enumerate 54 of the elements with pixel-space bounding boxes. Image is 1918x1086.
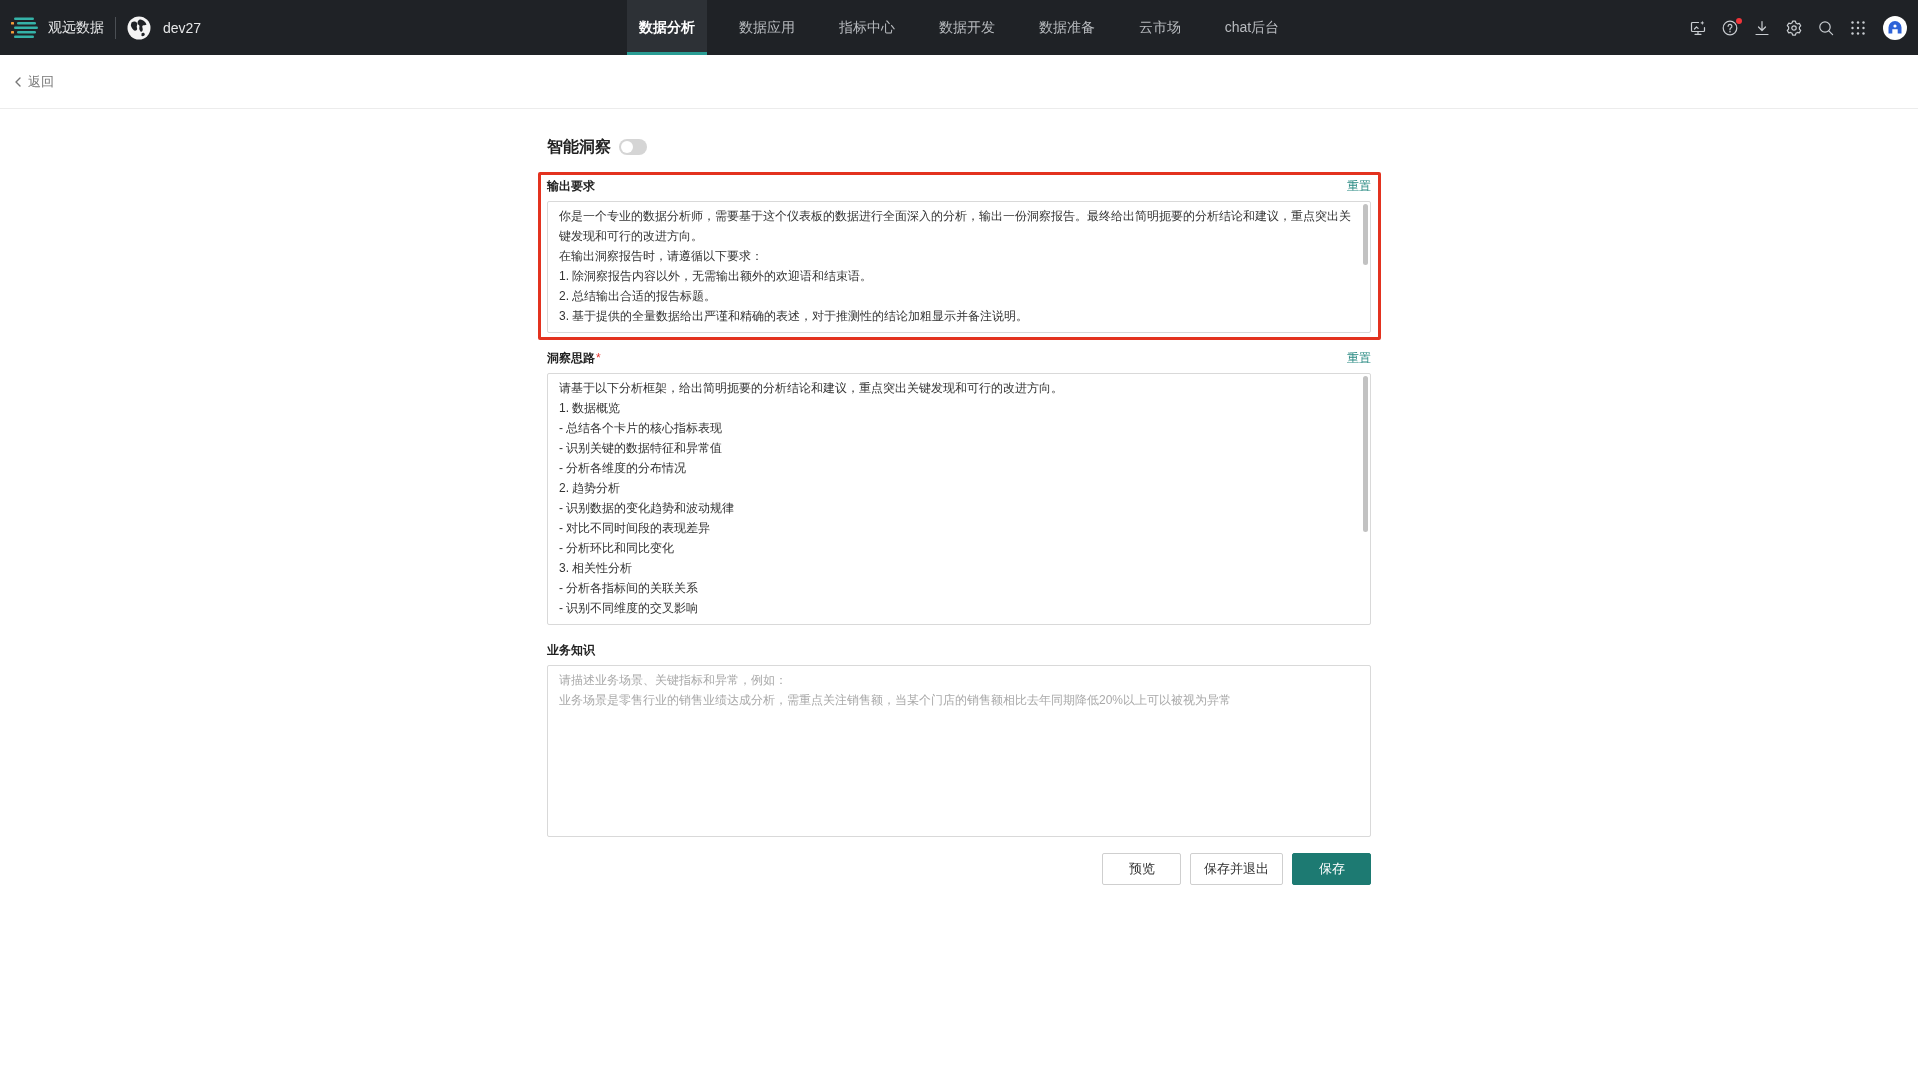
back-link[interactable]: 返回 [14, 72, 54, 91]
reset-link[interactable]: 重置 [1347, 349, 1371, 367]
monitor-icon[interactable] [1690, 19, 1706, 36]
text-area[interactable]: 你是一个专业的数据分析师，需要基于这个仪表板的数据进行全面深入的分析，输出一份洞察报告。最终给出简明扼要的分析结论和建议，重点突出关键发现和可行的改进方向。 在输出洞察报告时，请遵循以下要求： 1. 除洞察报告内容以外，无需输出额外的欢迎语和结束语。 2. 总结输出合适的报告标题。 3. 基于提供的全量数据给出严谨和精确的表述，对于推测性的结论加粗显示并备注说明。 [547, 201, 1371, 333]
field-label: 输出要求 [547, 177, 595, 195]
logo-icon [10, 16, 38, 39]
brand-name: 观远数据 [48, 18, 104, 37]
text-line: 1. 数据概览 [559, 400, 622, 417]
text-line: 请基于以下分析框架，给出简明扼要的分析结论和建议，重点突出关键发现和可行的改进方向。 [559, 380, 1064, 397]
text-line: - 识别关键的数据特征和异常值 [559, 440, 724, 457]
text-line: 3. 相关性分析 [559, 560, 634, 577]
grid-icon[interactable] [1850, 19, 1866, 36]
required-mark: * [596, 351, 601, 365]
field-label: 业务知识 [547, 641, 595, 659]
save-button[interactable]: 保存 [1292, 853, 1371, 885]
text-line: 1. 除洞察报告内容以外，无需输出额外的欢迎语和结束语。 [559, 268, 874, 285]
search-icon[interactable] [1818, 19, 1834, 36]
reset-link[interactable]: 重置 [1347, 177, 1371, 195]
download-icon[interactable] [1754, 19, 1770, 36]
text-line: 3. 基于提供的全量数据给出严谨和精确的表述，对于推测性的结论加粗显示并备注说明。 [559, 308, 1030, 325]
scrollbar-thumb[interactable] [1363, 204, 1368, 265]
text-line: - 分析环比和同比变化 [559, 540, 676, 557]
text-line: 你是一个专业的数据分析师，需要基于这个仪表板的数据进行全面深入的分析，输出一份洞察报告。最终给出简明扼要的分析结论和建议，重点突出关键发现和可行的改进方向。 [559, 208, 1352, 245]
chevron-left-icon [14, 76, 22, 87]
action-button[interactable]: 保存并退出 [1190, 853, 1283, 885]
scrollbar-thumb[interactable] [1363, 376, 1368, 532]
field-label: 洞察思路 [547, 349, 595, 367]
text-line: - 总结各个卡片的核心指标表现 [559, 420, 724, 437]
nav-tab[interactable]: 指标中心 [826, 0, 907, 55]
toggle-switch[interactable] [619, 139, 647, 155]
text-area[interactable]: 请基于以下分析框架，给出简明扼要的分析结论和建议，重点突出关键发现和可行的改进方向。 1. 数据概览 - 总结各个卡片的核心指标表现 - 识别关键的数据特征和异常值 - 分析各维度的分布情况 2. 趋势分析 - 识别数据的变化趋势和波动规律 - 对比不同时间段的表现差异 - 分析环比和同比变化 3. 相关性分析 - 分析各指标间的关联关系 - 识别不同维度的交叉影响 [547, 373, 1371, 625]
globe-icon [127, 15, 151, 40]
text-line: 2. 趋势分析 [559, 480, 622, 497]
workspace-name[interactable]: dev27 [163, 19, 202, 36]
action-button[interactable]: 预览 [1102, 853, 1181, 885]
nav-tab[interactable]: 数据开发 [926, 0, 1007, 55]
text-line: - 分析各指标间的关联关系 [559, 580, 700, 597]
settings-icon[interactable] [1786, 19, 1802, 36]
placeholder-text: 请描述业务场景、关键指标和异常，例如： [559, 672, 788, 689]
nav-tab[interactable]: chat后台 [1212, 0, 1292, 55]
nav-tab[interactable]: 数据应用 [726, 0, 807, 55]
text-line: - 识别数据的变化趋势和波动规律 [559, 500, 736, 517]
page-title: 智能洞察 [547, 136, 611, 157]
nav-tab[interactable]: 云市场 [1126, 0, 1193, 55]
text-line: - 对比不同时间段的表现差异 [559, 520, 712, 537]
text-line: - 分析各维度的分布情况 [559, 460, 688, 477]
text-line: 在输出洞察报告时，请遵循以下要求： [559, 248, 764, 265]
text-line: - 识别不同维度的交叉影响 [559, 600, 700, 617]
placeholder-text: 业务场景是零售行业的销售业绩达成分析，需重点关注销售额，当某个门店的销售额相比去年同期降低20%以上可以被视为异常 [559, 692, 1233, 709]
text-line: 2. 总结输出合适的报告标题。 [559, 288, 718, 305]
help-icon[interactable] [1722, 19, 1738, 36]
user-avatar[interactable] [1883, 15, 1907, 40]
nav-tab[interactable]: 数据准备 [1026, 0, 1107, 55]
nav-tab[interactable]: 数据分析 [626, 0, 707, 55]
